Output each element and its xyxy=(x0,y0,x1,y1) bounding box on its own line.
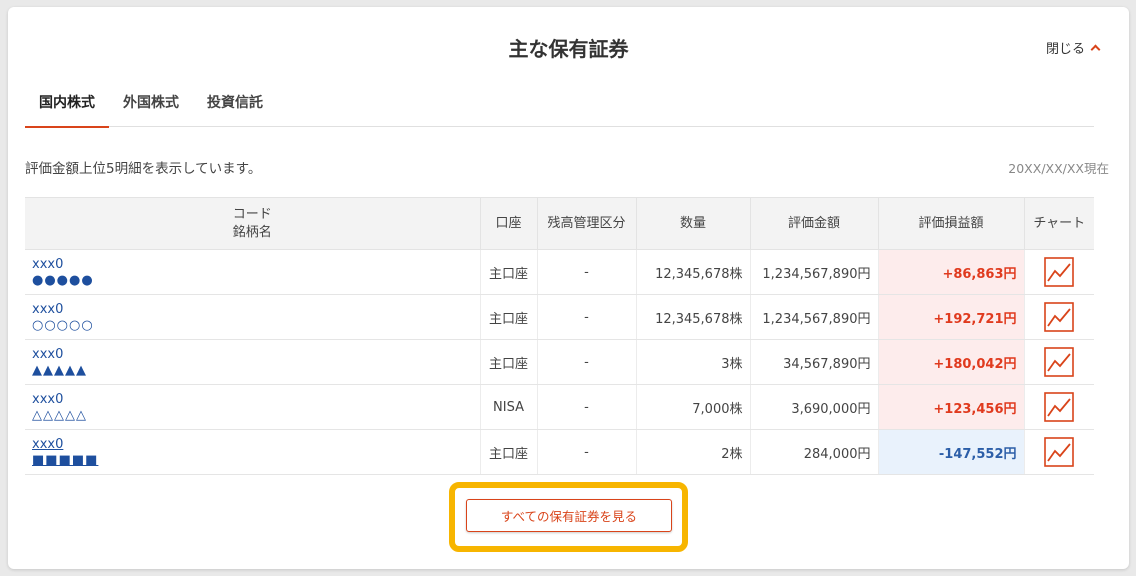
table-row: xxx0 ○○○○○ 主口座 - 12,345,678株 1,234,567,8… xyxy=(25,294,1094,340)
quantity-cell: 3株 xyxy=(635,339,750,385)
tab-domestic-stocks[interactable]: 国内株式 xyxy=(25,80,109,128)
chart-icon[interactable] xyxy=(1044,302,1075,332)
page-title: 主な保有証券 xyxy=(508,37,629,61)
category-cell: - xyxy=(536,429,636,475)
account-cell: 主口座 xyxy=(479,429,537,475)
chevron-up-icon xyxy=(1090,44,1101,55)
header-chart: チャート xyxy=(1023,197,1094,250)
close-button[interactable]: 閉じる xyxy=(1045,38,1101,57)
value-cell: 34,567,890円 xyxy=(749,339,878,385)
header-category: 残高管理区分 xyxy=(536,197,636,250)
security-name-link[interactable]: ●●●●● xyxy=(32,273,473,288)
tab-bar: 国内株式 外国株式 投資信託 xyxy=(25,80,1094,128)
holdings-table: コード 銘柄名 口座 残高管理区分 数量 評価金額 評価損益額 チャート xxx… xyxy=(25,197,1094,475)
account-cell: 主口座 xyxy=(479,249,537,295)
close-label: 閉じる xyxy=(1045,42,1085,57)
header-value: 評価金額 xyxy=(749,197,878,250)
quantity-cell: 12,345,678株 xyxy=(635,249,750,295)
table-row: xxx0 △△△△△ NISA - 7,000株 3,690,000円 +123… xyxy=(25,384,1094,430)
category-cell: - xyxy=(536,384,636,430)
header-quantity: 数量 xyxy=(635,197,750,250)
category-cell: - xyxy=(536,339,636,385)
security-name-link[interactable]: ○○○○○ xyxy=(32,318,473,333)
tab-foreign-stocks[interactable]: 外国株式 xyxy=(109,80,193,127)
account-cell: 主口座 xyxy=(479,339,537,385)
chart-cell xyxy=(1023,429,1094,475)
security-cell: xxx0 ○○○○○ xyxy=(25,294,480,340)
profit-loss-cell: -147,552円 xyxy=(877,429,1024,475)
profit-loss-cell: +180,042円 xyxy=(877,339,1024,385)
tab-investment-trusts[interactable]: 投資信託 xyxy=(193,80,277,127)
category-cell: - xyxy=(536,294,636,340)
security-code-link[interactable]: xxx0 xyxy=(32,347,473,363)
as-of-date: 20XX/XX/XX現在 xyxy=(1008,161,1109,176)
quantity-cell: 2株 xyxy=(635,429,750,475)
header-account: 口座 xyxy=(479,197,537,250)
header-profit-loss: 評価損益額 xyxy=(877,197,1024,250)
security-code-link[interactable]: xxx0 xyxy=(32,257,473,273)
security-name-link[interactable]: ▲▲▲▲▲ xyxy=(32,363,473,378)
profit-loss-cell: +192,721円 xyxy=(877,294,1024,340)
table-header-row: コード 銘柄名 口座 残高管理区分 数量 評価金額 評価損益額 チャート xyxy=(25,197,1094,250)
quantity-cell: 12,345,678株 xyxy=(635,294,750,340)
chart-icon[interactable] xyxy=(1044,392,1075,422)
table-row: xxx0 ●●●●● 主口座 - 12,345,678株 1,234,567,8… xyxy=(25,249,1094,295)
chart-icon[interactable] xyxy=(1044,437,1075,467)
table-row: xxx0 ▲▲▲▲▲ 主口座 - 3株 34,567,890円 +180,042… xyxy=(25,339,1094,385)
chart-cell xyxy=(1023,339,1094,385)
security-code-link[interactable]: xxx0 xyxy=(32,302,473,318)
security-cell: xxx0 △△△△△ xyxy=(25,384,480,430)
header-code-name: コード 銘柄名 xyxy=(25,197,480,250)
profit-loss-cell: +123,456円 xyxy=(877,384,1024,430)
chart-cell xyxy=(1023,294,1094,340)
category-cell: - xyxy=(536,249,636,295)
security-cell: xxx0 ▲▲▲▲▲ xyxy=(25,339,480,385)
value-cell: 3,690,000円 xyxy=(749,384,878,430)
chart-cell xyxy=(1023,384,1094,430)
value-cell: 284,000円 xyxy=(749,429,878,475)
security-name-link[interactable]: △△△△△ xyxy=(32,408,473,423)
account-cell: NISA xyxy=(479,384,537,430)
chart-icon[interactable] xyxy=(1044,257,1075,287)
header-name: 銘柄名 xyxy=(232,224,272,240)
profit-loss-cell: +86,863円 xyxy=(877,249,1024,295)
header-code: コード xyxy=(232,206,272,222)
security-name-link[interactable]: ■■■■■ xyxy=(32,453,473,468)
table-row: xxx0 ■■■■■ 主口座 - 2株 284,000円 -147,552円 xyxy=(25,429,1094,475)
chart-cell xyxy=(1023,249,1094,295)
view-all-holdings-button[interactable]: すべての保有証券を見る xyxy=(466,499,672,532)
value-cell: 1,234,567,890円 xyxy=(749,294,878,340)
security-cell: xxx0 ●●●●● xyxy=(25,249,480,295)
chart-icon[interactable] xyxy=(1044,347,1075,377)
security-code-link[interactable]: xxx0 xyxy=(32,437,473,453)
summary-note: 評価金額上位5明細を表示しています。 xyxy=(25,161,262,177)
security-cell: xxx0 ■■■■■ xyxy=(25,429,480,475)
account-cell: 主口座 xyxy=(479,294,537,340)
value-cell: 1,234,567,890円 xyxy=(749,249,878,295)
security-code-link[interactable]: xxx0 xyxy=(32,392,473,408)
quantity-cell: 7,000株 xyxy=(635,384,750,430)
